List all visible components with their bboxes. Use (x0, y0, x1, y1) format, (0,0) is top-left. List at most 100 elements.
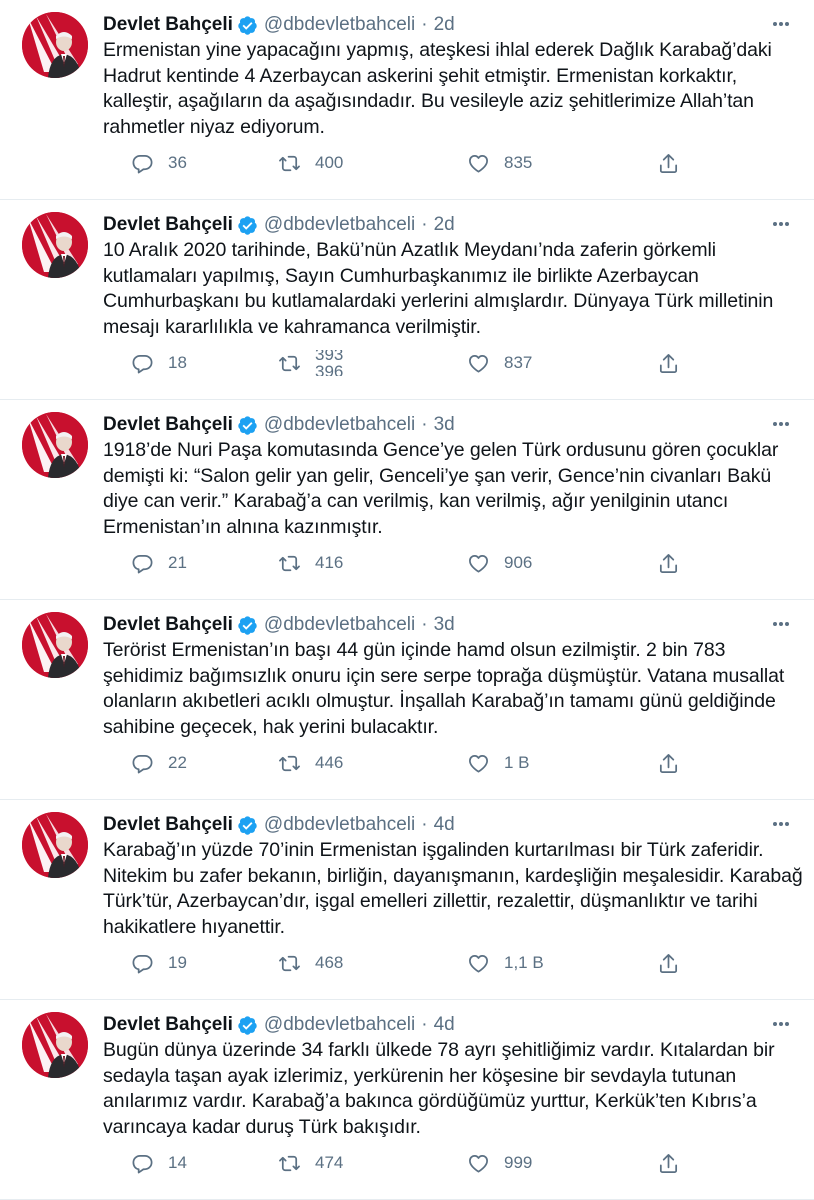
author-name[interactable]: Devlet Bahçeli (103, 1014, 233, 1036)
tweet[interactable]: Devlet Bahçeli @dbdevletbahceli · 4d Bug… (0, 1000, 814, 1200)
tweet[interactable]: Devlet Bahçeli @dbdevletbahceli · 3d Ter… (0, 600, 814, 800)
retweet-icon (279, 955, 300, 971)
share-button[interactable] (657, 350, 680, 376)
separator-dot: · (421, 414, 428, 435)
share-button[interactable] (657, 950, 680, 976)
tweet-timestamp[interactable]: 2d (434, 14, 455, 36)
more-icon[interactable] (768, 1014, 794, 1034)
tweet-header: Devlet Bahçeli @dbdevletbahceli · 3d (103, 612, 455, 638)
tweet-text: 10 Aralık 2020 tarihinde, Bakü’nün Azatl… (103, 239, 774, 338)
like-count: 1,1 B (504, 953, 544, 972)
reply-icon (132, 954, 153, 973)
avatar-image (22, 812, 88, 878)
more-icon[interactable] (768, 214, 794, 234)
like-button[interactable]: 999 (467, 1150, 532, 1176)
share-icon (659, 1153, 678, 1173)
reply-button[interactable]: 18 (131, 350, 187, 376)
tweet-timestamp[interactable]: 3d (434, 614, 455, 636)
retweet-button[interactable]: 416 (278, 550, 343, 576)
heart-icon (469, 554, 488, 573)
avatar-image (22, 212, 88, 278)
author-handle[interactable]: @dbdevletbahceli (264, 414, 415, 436)
tweet-timestamp[interactable]: 3d (434, 414, 455, 436)
more-icon[interactable] (768, 814, 794, 834)
heart-icon (469, 1154, 488, 1173)
avatar[interactable] (22, 1012, 88, 1078)
retweet-button[interactable]: 474 (278, 1150, 343, 1176)
tweet-timestamp[interactable]: 4d (434, 814, 455, 836)
timeline-feed: Devlet Bahçeli @dbdevletbahceli · 2d Erm… (0, 0, 814, 1200)
like-count: 1 B (504, 753, 530, 772)
author-handle[interactable]: @dbdevletbahceli (264, 214, 415, 236)
separator-dot: · (421, 1014, 428, 1035)
reply-button[interactable]: 21 (131, 550, 187, 576)
like-button[interactable]: 1,1 B (467, 950, 544, 976)
avatar[interactable] (22, 412, 88, 478)
share-icon (659, 153, 678, 173)
retweet-button[interactable]: 393 396 (278, 350, 355, 376)
tweet-actions: 18 393 396 837 (103, 350, 703, 376)
author-name[interactable]: Devlet Bahçeli (103, 414, 233, 436)
reply-icon (132, 754, 153, 773)
retweet-icon (279, 1155, 300, 1171)
verified-badge-icon (237, 1015, 258, 1036)
separator-dot: · (421, 814, 428, 835)
like-count: 835 (504, 153, 533, 172)
tweet-timestamp[interactable]: 4d (434, 1014, 455, 1036)
separator-dot: · (421, 614, 428, 635)
tweet[interactable]: Devlet Bahçeli @dbdevletbahceli · 3d 191… (0, 400, 814, 600)
like-button[interactable]: 837 (467, 350, 532, 376)
retweet-button[interactable]: 446 (278, 750, 343, 776)
author-name[interactable]: Devlet Bahçeli (103, 614, 233, 636)
retweet-icon (279, 155, 300, 171)
reply-button[interactable]: 36 (131, 150, 187, 176)
tweet[interactable]: Devlet Bahçeli @dbdevletbahceli · 2d Erm… (0, 0, 814, 200)
more-icon[interactable] (768, 614, 794, 634)
author-name[interactable]: Devlet Bahçeli (103, 214, 233, 236)
retweet-count: 468 (315, 953, 344, 972)
like-button[interactable]: 906 (467, 550, 532, 576)
more-icon[interactable] (768, 14, 794, 34)
tweet[interactable]: Devlet Bahçeli @dbdevletbahceli · 2d 10 … (0, 200, 814, 400)
share-button[interactable] (657, 150, 680, 176)
tweet-timestamp[interactable]: 2d (434, 214, 455, 236)
share-button[interactable] (657, 1150, 680, 1176)
author-handle[interactable]: @dbdevletbahceli (264, 814, 415, 836)
avatar[interactable] (22, 612, 88, 678)
more-icon[interactable] (768, 414, 794, 434)
author-name[interactable]: Devlet Bahçeli (103, 814, 233, 836)
share-button[interactable] (657, 750, 680, 776)
avatar[interactable] (22, 812, 88, 878)
retweet-count: 446 (315, 753, 344, 772)
avatar[interactable] (22, 12, 88, 78)
reply-icon (132, 1154, 153, 1173)
share-icon (659, 553, 678, 573)
reply-button[interactable]: 14 (131, 1150, 187, 1176)
tweet-header: Devlet Bahçeli @dbdevletbahceli · 2d (103, 12, 455, 38)
tweet[interactable]: Devlet Bahçeli @dbdevletbahceli · 4d Kar… (0, 800, 814, 1000)
verified-badge-icon (237, 815, 258, 836)
retweet-button[interactable]: 468 (278, 950, 343, 976)
retweet-count: 474 (315, 1153, 344, 1172)
heart-icon (469, 754, 488, 773)
reply-button[interactable]: 22 (131, 750, 187, 776)
verified-badge-icon (237, 215, 258, 236)
verified-badge-icon (237, 615, 258, 636)
author-handle[interactable]: @dbdevletbahceli (264, 14, 415, 36)
reply-count: 22 (168, 753, 187, 772)
tweet-header: Devlet Bahçeli @dbdevletbahceli · 3d (103, 412, 455, 438)
like-button[interactable]: 1 B (467, 750, 530, 776)
author-name[interactable]: Devlet Bahçeli (103, 14, 233, 36)
retweet-button[interactable]: 400 (278, 150, 343, 176)
share-button[interactable] (657, 550, 680, 576)
author-handle[interactable]: @dbdevletbahceli (264, 1014, 415, 1036)
avatar-image (22, 412, 88, 478)
avatar-image (22, 12, 88, 78)
share-icon (659, 953, 678, 973)
tweet-header: Devlet Bahçeli @dbdevletbahceli · 4d (103, 812, 455, 838)
author-handle[interactable]: @dbdevletbahceli (264, 614, 415, 636)
retweet-count-next: 396 (315, 362, 344, 376)
reply-button[interactable]: 19 (131, 950, 187, 976)
avatar[interactable] (22, 212, 88, 278)
like-button[interactable]: 835 (467, 150, 532, 176)
